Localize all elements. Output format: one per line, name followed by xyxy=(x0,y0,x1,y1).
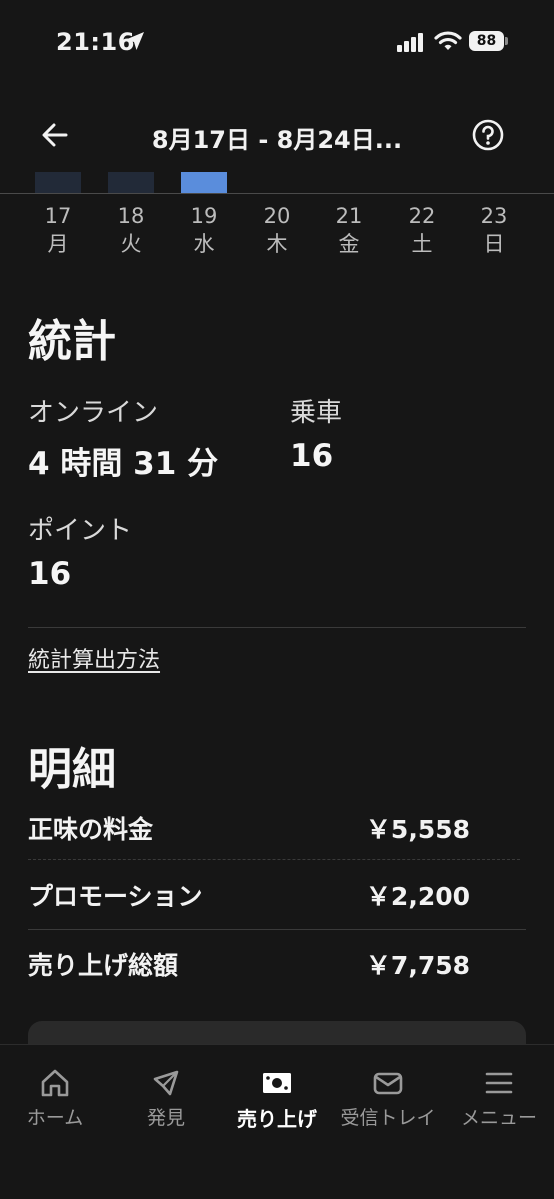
nav-inbox[interactable]: 受信トレイ xyxy=(333,1045,443,1155)
day-weekday: 水 xyxy=(193,232,215,256)
total-earnings-label: 売り上げ総額 xyxy=(28,951,179,980)
points-label: ポイント xyxy=(28,516,133,546)
day-number: 19 xyxy=(190,204,218,228)
day-item[interactable]: 22 土 xyxy=(392,202,452,258)
nav-inbox-label: 受信トレイ xyxy=(340,1107,436,1129)
stats-title: 統計 xyxy=(28,316,116,367)
day-item[interactable]: 23 日 xyxy=(464,202,524,258)
menu-icon xyxy=(485,1072,513,1094)
nav-discover[interactable]: 発見 xyxy=(111,1045,221,1155)
back-arrow-icon[interactable] xyxy=(38,118,72,152)
bottom-navigation: ホーム 発見 売り上げ 受信トレイ メニュー xyxy=(0,1044,554,1199)
nav-home[interactable]: ホーム xyxy=(0,1045,110,1155)
day-item[interactable]: 18 火 xyxy=(101,202,161,258)
breakdown-divider xyxy=(28,929,526,930)
earnings-icon xyxy=(263,1073,291,1093)
total-earnings-value: ￥7,758 xyxy=(365,951,470,980)
breakdown-dashed-divider xyxy=(28,859,520,860)
net-fare-value: ￥5,558 xyxy=(365,815,470,844)
breakdown-title: 明細 xyxy=(28,744,116,795)
nav-earnings[interactable]: 売り上げ xyxy=(222,1045,332,1155)
chart-baseline xyxy=(0,193,554,194)
nav-menu-label: メニュー xyxy=(460,1107,537,1129)
battery-indicator: 88 xyxy=(469,31,509,51)
points-value: 16 xyxy=(28,556,72,592)
date-range-title[interactable]: 8月17日 - 8月24日... xyxy=(110,120,444,155)
net-fare-label: 正味の料金 xyxy=(28,815,154,844)
nav-home-label: ホーム xyxy=(26,1107,84,1129)
battery-level: 88 xyxy=(469,31,504,51)
status-bar: 21:16 88 xyxy=(0,0,554,84)
day-item[interactable]: 20 木 xyxy=(247,202,307,258)
promotion-value: ￥2,200 xyxy=(365,882,470,911)
promotion-label: プロモーション xyxy=(28,882,203,911)
earnings-screen: 21:16 88 8月17日 - 8月24日... 17 月 18 火 19 水… xyxy=(0,0,554,1199)
day-weekday: 土 xyxy=(411,232,433,256)
day-number: 17 xyxy=(44,204,72,228)
day-weekday: 火 xyxy=(120,232,142,256)
nav-discover-label: 発見 xyxy=(146,1107,185,1129)
online-value: 4 時間 31 分 xyxy=(28,446,219,482)
compass-icon xyxy=(153,1070,179,1096)
header: 8月17日 - 8月24日... xyxy=(0,100,554,172)
cellular-signal-icon xyxy=(397,33,423,52)
nav-earnings-label: 売り上げ xyxy=(237,1107,317,1131)
daily-earnings-chart xyxy=(0,172,554,194)
day-item[interactable]: 21 金 xyxy=(319,202,379,258)
day-number: 20 xyxy=(263,204,291,228)
chart-bar[interactable] xyxy=(108,172,154,194)
wifi-icon xyxy=(434,31,462,50)
rides-label: 乗車 xyxy=(290,398,343,428)
help-icon[interactable] xyxy=(471,118,505,152)
stats-divider xyxy=(28,627,526,628)
online-label: オンライン xyxy=(28,398,159,428)
home-icon xyxy=(41,1069,69,1097)
day-number: 22 xyxy=(408,204,436,228)
day-number: 23 xyxy=(480,204,508,228)
nav-menu[interactable]: メニュー xyxy=(444,1045,554,1155)
day-weekday: 月 xyxy=(47,232,69,256)
day-selector: 17 月 18 火 19 水 20 木 21 金 22 土 23 日 xyxy=(0,202,554,262)
day-number: 21 xyxy=(335,204,363,228)
day-weekday: 日 xyxy=(483,232,505,256)
day-number: 18 xyxy=(117,204,145,228)
day-item[interactable]: 17 月 xyxy=(28,202,88,258)
chart-bar[interactable] xyxy=(35,172,81,194)
day-weekday: 金 xyxy=(338,232,360,256)
location-arrow-icon xyxy=(126,32,144,50)
day-item[interactable]: 19 水 xyxy=(174,202,234,258)
rides-value: 16 xyxy=(290,438,334,474)
inbox-icon xyxy=(373,1072,403,1095)
battery-tip xyxy=(505,37,508,45)
day-weekday: 木 xyxy=(266,232,288,256)
chart-bar[interactable] xyxy=(181,172,227,194)
stats-method-link[interactable]: 統計算出方法 xyxy=(28,642,160,674)
